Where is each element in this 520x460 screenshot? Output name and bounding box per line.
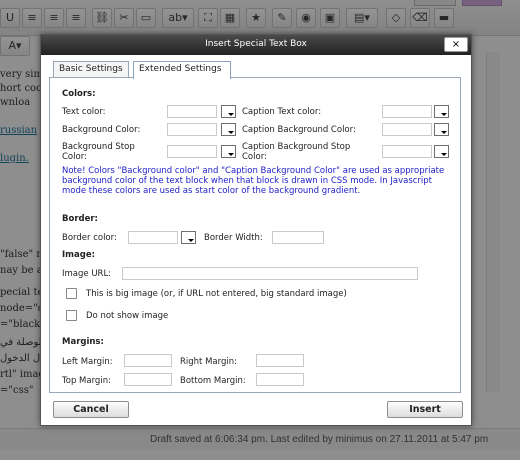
caption-text-color-label: Caption Text color: (242, 107, 322, 117)
big-image-label: This is big image (or, if URL not entere… (86, 289, 347, 299)
color-picker-icon[interactable] (434, 105, 449, 118)
image-url-input[interactable] (122, 267, 418, 280)
left-margin-label: Left Margin: (62, 357, 113, 367)
no-image-label: Do not show image (86, 311, 169, 321)
border-color-label: Border color: (62, 233, 117, 243)
bottom-margin-input[interactable] (256, 373, 304, 386)
right-margin-label: Right Margin: (180, 357, 237, 367)
tab-extended-settings[interactable]: Extended Settings (133, 61, 231, 79)
background-stop-color-label: Background Stop Color: (62, 142, 135, 162)
close-icon: × (451, 39, 461, 50)
insert-button[interactable]: Insert (387, 401, 463, 418)
color-picker-icon[interactable] (181, 231, 196, 244)
dialog-titlebar[interactable]: Insert Special Text Box × (41, 35, 471, 55)
background-color-label: Background Color: (62, 125, 141, 135)
text-color-input[interactable] (167, 105, 217, 118)
cancel-button[interactable]: Cancel (53, 401, 129, 418)
colors-note: Note! Colors "Background color" and "Cap… (62, 166, 445, 196)
right-margin-input[interactable] (256, 354, 304, 367)
big-image-checkbox[interactable] (66, 288, 77, 299)
close-button[interactable]: × (444, 37, 468, 52)
left-margin-input[interactable] (124, 354, 172, 367)
color-picker-icon[interactable] (434, 123, 449, 136)
color-picker-icon[interactable] (221, 123, 236, 136)
top-margin-label: Top Margin: (62, 376, 111, 386)
dialog-title: Insert Special Text Box (205, 39, 307, 49)
color-picker-icon[interactable] (434, 145, 449, 158)
border-width-label: Border Width: (204, 233, 263, 243)
tab-basic-settings[interactable]: Basic Settings (53, 61, 129, 78)
insert-special-text-box-dialog: Insert Special Text Box × Basic Settings… (40, 34, 472, 426)
image-url-label: Image URL: (62, 269, 112, 279)
caption-background-stop-color-label: Caption Background Stop Color: (242, 142, 351, 162)
extended-settings-panel: Colors: Text color: Caption Text color: … (49, 77, 461, 393)
background-color-input[interactable] (167, 123, 217, 136)
caption-text-color-input[interactable] (382, 105, 432, 118)
border-width-input[interactable] (272, 231, 324, 244)
text-color-label: Text color: (62, 107, 106, 117)
caption-background-color-input[interactable] (382, 123, 432, 136)
color-picker-icon[interactable] (221, 105, 236, 118)
caption-background-stop-color-input[interactable] (382, 145, 432, 158)
bottom-margin-label: Bottom Margin: (180, 376, 246, 386)
no-image-checkbox[interactable] (66, 310, 77, 321)
border-color-input[interactable] (128, 231, 178, 244)
top-margin-input[interactable] (124, 373, 172, 386)
colors-heading: Colors: (62, 89, 96, 99)
margins-heading: Margins: (62, 337, 104, 347)
background-stop-color-input[interactable] (167, 145, 217, 158)
border-heading: Border: (62, 214, 98, 224)
image-heading: Image: (62, 250, 96, 260)
color-picker-icon[interactable] (221, 145, 236, 158)
dialog-body: Basic Settings Colors: Text color: Capti… (41, 55, 471, 425)
caption-background-color-label: Caption Background Color: (242, 125, 356, 135)
